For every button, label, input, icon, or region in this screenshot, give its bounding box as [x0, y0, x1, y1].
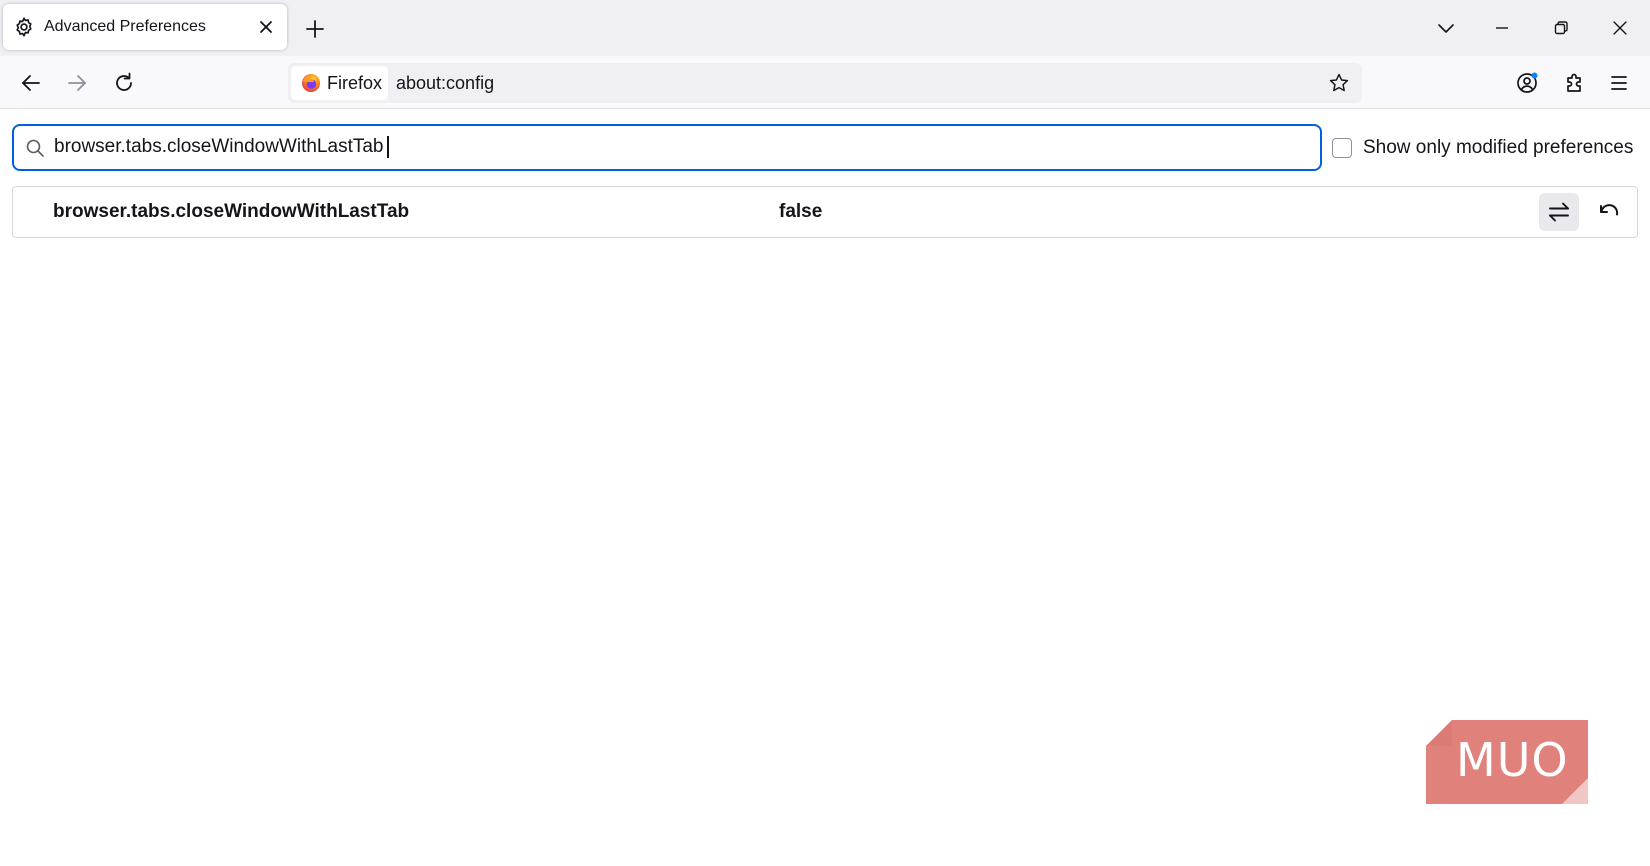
watermark-text: MUO: [1456, 733, 1569, 787]
gear-icon: [13, 16, 35, 38]
menu-hamburger-icon[interactable]: [1605, 69, 1633, 97]
preference-search-input[interactable]: [54, 126, 1294, 168]
back-arrow-icon[interactable]: [17, 69, 45, 97]
close-tab-icon[interactable]: [257, 18, 275, 36]
account-icon[interactable]: [1513, 69, 1541, 97]
preference-name: browser.tabs.closeWindowWithLastTab: [53, 201, 410, 222]
identity-label: Firefox: [327, 73, 383, 93]
bookmark-star-icon[interactable]: [1328, 72, 1350, 94]
close-window-icon[interactable]: [1606, 14, 1634, 42]
toggle-button[interactable]: [1539, 193, 1579, 231]
restore-icon[interactable]: [1547, 14, 1575, 42]
url-bar[interactable]: Firefox about:config: [288, 63, 1362, 103]
list-all-tabs-chevron-down-icon[interactable]: [1432, 14, 1460, 42]
preferences-table: browser.tabs.closeWindowWithLastTab fals…: [12, 186, 1638, 238]
new-tab-icon[interactable]: [302, 16, 328, 42]
preference-value[interactable]: false: [779, 187, 822, 237]
tab-title: Advanced Preferences: [44, 18, 206, 35]
search-icon: [25, 138, 45, 158]
navigation-toolbar: Firefox about:config: [0, 56, 1650, 109]
text-caret: [387, 136, 389, 158]
forward-arrow-icon[interactable]: [63, 69, 91, 97]
reload-icon[interactable]: [110, 69, 138, 97]
url-text[interactable]: about:config: [396, 63, 494, 103]
tab-strip: Advanced Preferences: [0, 0, 1650, 56]
minimize-icon[interactable]: [1488, 14, 1516, 42]
identity-box[interactable]: Firefox: [291, 66, 388, 100]
reset-undo-button[interactable]: [1589, 193, 1629, 231]
show-modified-label[interactable]: Show only modified preferences: [1363, 136, 1633, 160]
tab-advanced-preferences[interactable]: Advanced Preferences: [3, 4, 287, 50]
extensions-puzzle-icon[interactable]: [1560, 69, 1588, 97]
firefox-logo-icon: [301, 73, 321, 93]
show-modified-checkbox[interactable]: [1332, 138, 1352, 158]
muo-watermark-logo: MUO: [1426, 720, 1588, 804]
preference-search-box[interactable]: [12, 124, 1322, 171]
